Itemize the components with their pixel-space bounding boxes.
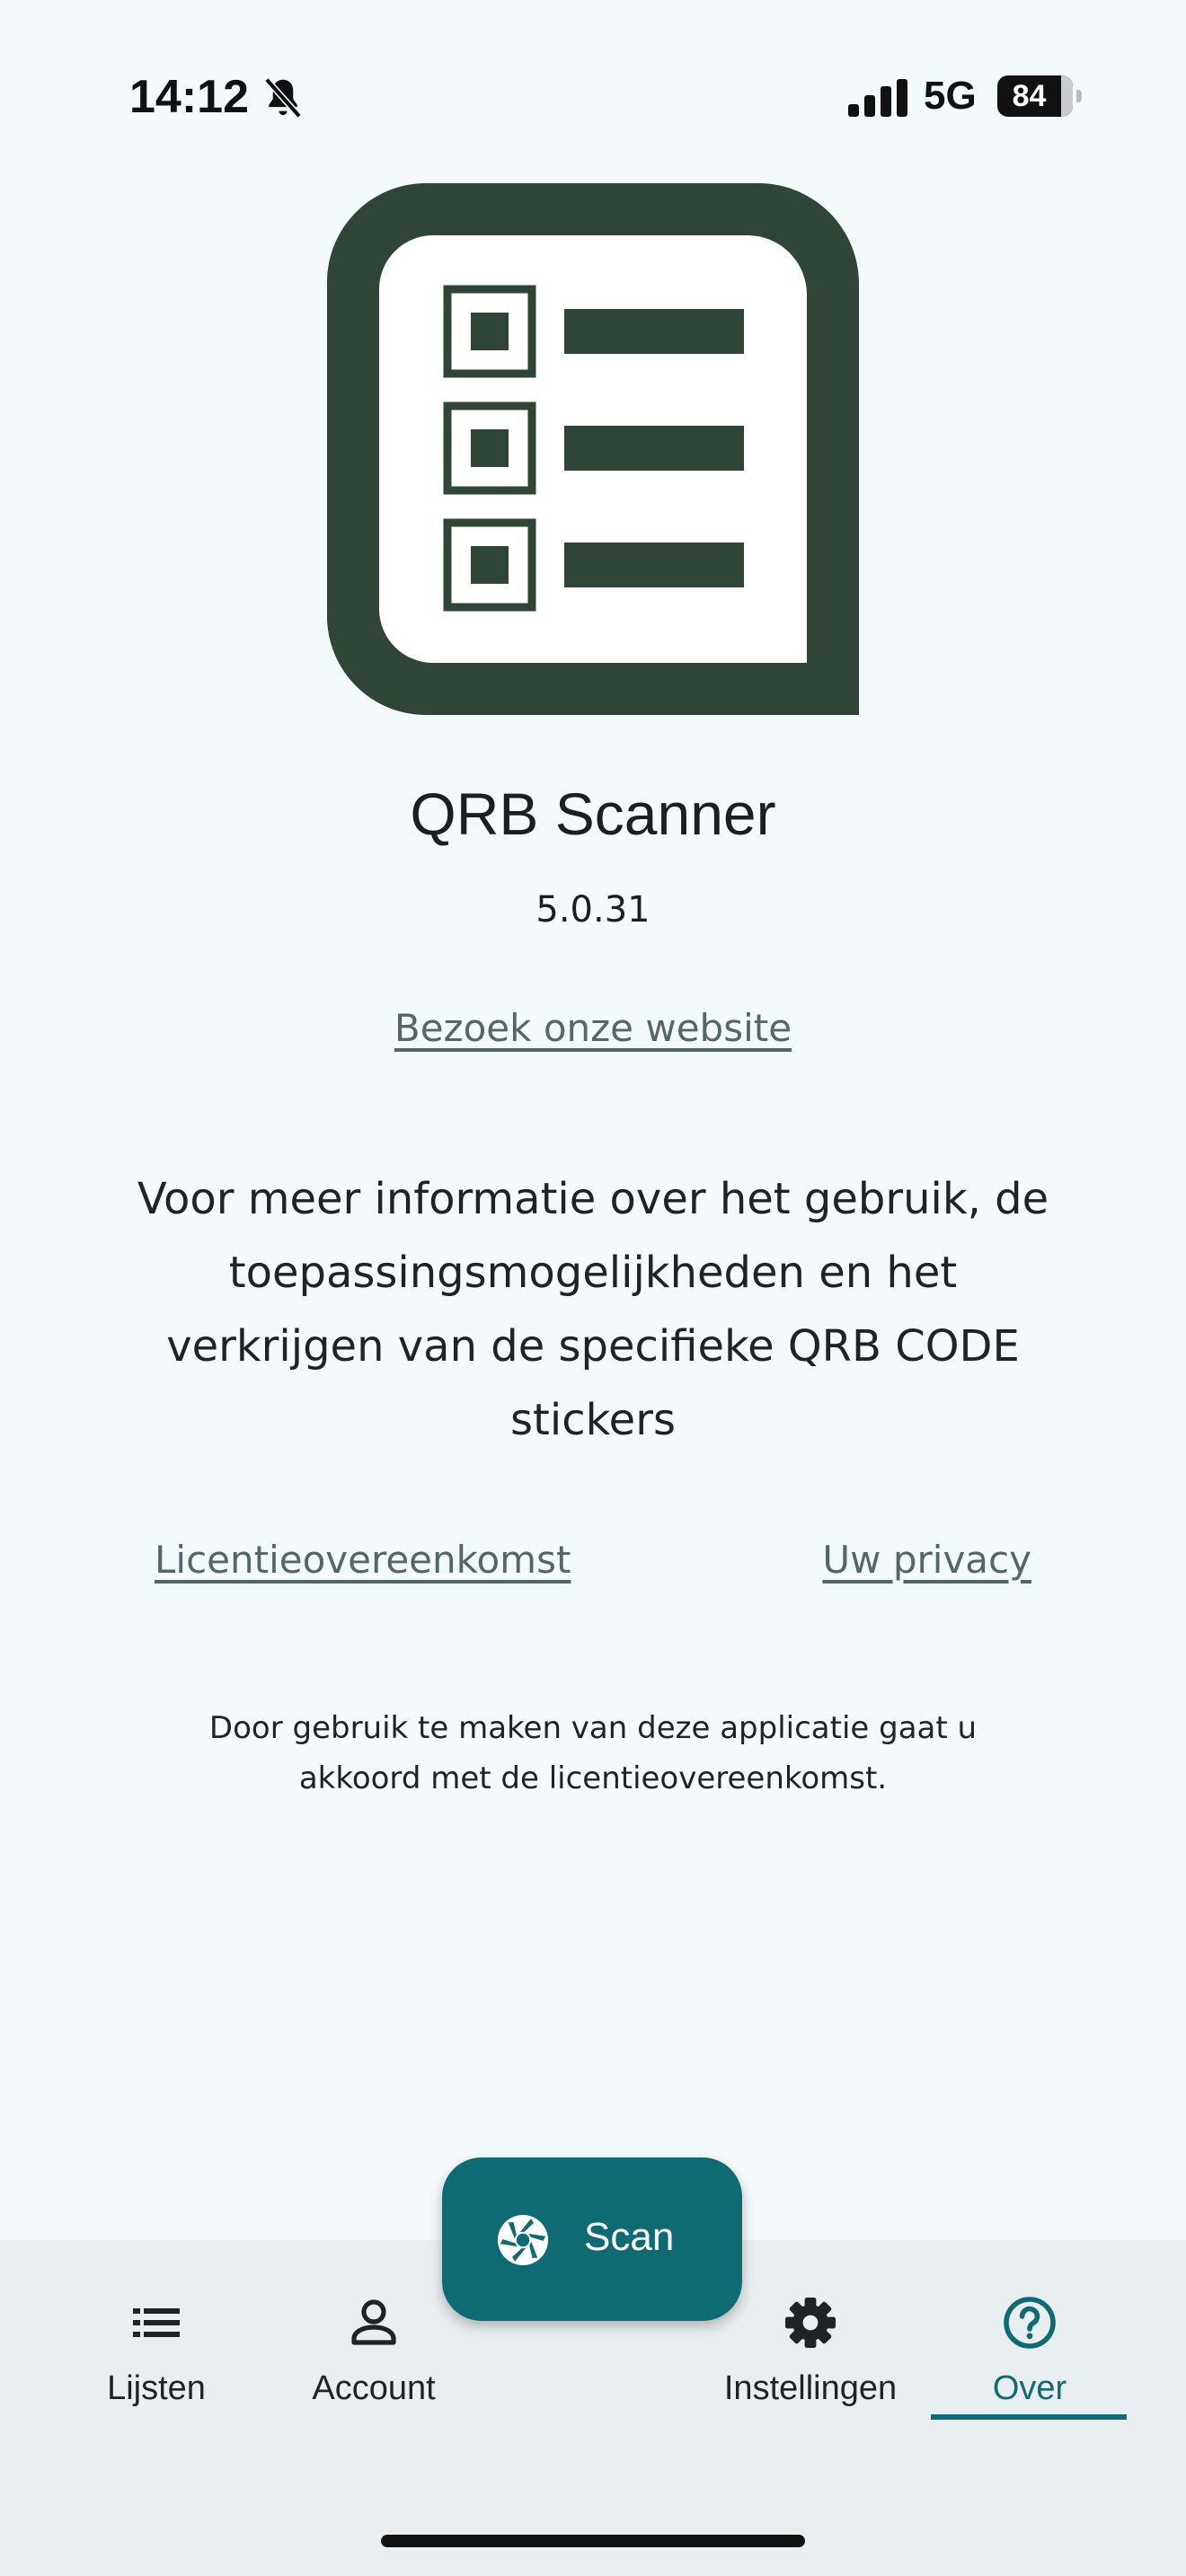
battery-icon: 84	[997, 75, 1082, 117]
battery-level: 84	[1012, 79, 1047, 113]
nav-label-account: Account	[312, 2369, 436, 2407]
help-circle-icon	[1004, 2297, 1056, 2349]
cellular-signal-icon	[848, 79, 907, 117]
home-indicator	[381, 2535, 805, 2547]
scan-button[interactable]: Scan	[442, 2157, 742, 2321]
agreement-text: Door gebruik te maken van deze applicati…	[208, 1710, 978, 1796]
info-text: Voor meer informatie over het gebruik, d…	[137, 1174, 1049, 1445]
active-tab-indicator	[931, 2414, 1127, 2420]
nav-item-instellingen[interactable]: Instellingen	[703, 2294, 918, 2420]
nav-label-lijsten: Lijsten	[107, 2369, 206, 2407]
status-bar: 14:12 5G 84	[0, 0, 1186, 180]
website-link[interactable]: Bezoek onze website	[394, 1006, 792, 1050]
bell-muted-icon	[264, 77, 302, 119]
status-time: 14:12	[129, 71, 249, 123]
person-icon	[351, 2299, 396, 2345]
nav-item-lijsten[interactable]: Lijsten	[49, 2294, 264, 2420]
list-icon	[133, 2308, 180, 2337]
network-type: 5G	[924, 74, 977, 118]
camera-shutter-icon	[498, 2215, 548, 2265]
nav-item-account[interactable]: Account	[266, 2294, 482, 2420]
website-link-row: Bezoek onze website	[0, 1006, 1186, 1050]
about-screen: 14:12 5G 84 QRB Scanner 5.0.31 Bezoek on…	[0, 0, 1186, 2576]
app-logo	[327, 183, 859, 715]
nav-label-instellingen: Instellingen	[723, 2369, 898, 2407]
nav-item-over[interactable]: Over	[922, 2294, 1137, 2420]
app-name: QRB Scanner	[410, 781, 776, 847]
app-version: 5.0.31	[535, 889, 651, 931]
gear-icon	[785, 2298, 836, 2348]
scan-button-label: Scan	[584, 2215, 675, 2259]
nav-label-over: Over	[992, 2369, 1067, 2407]
privacy-link[interactable]: Uw privacy	[822, 1538, 1031, 1582]
license-agreement-link[interactable]: Licentieovereenkomst	[155, 1538, 571, 1582]
